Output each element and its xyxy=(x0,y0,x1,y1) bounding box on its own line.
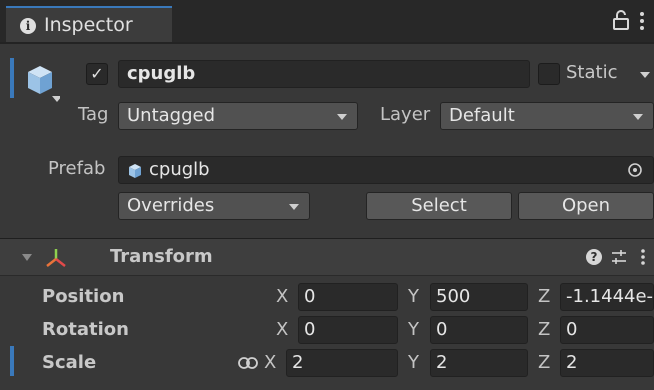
rotation-y-label[interactable]: Y xyxy=(408,319,419,340)
scale-z-input[interactable]: 2 xyxy=(560,349,654,377)
scale-x-label[interactable]: X xyxy=(264,352,276,373)
rotation-x-label[interactable]: X xyxy=(276,319,288,340)
scale-z-label[interactable]: Z xyxy=(538,352,550,373)
chevron-down-icon xyxy=(337,114,347,120)
lock-icon[interactable] xyxy=(612,10,630,30)
help-icon[interactable]: ? xyxy=(586,249,602,265)
prefab-asset-field[interactable]: cpuglb xyxy=(118,156,654,184)
transform-header[interactable]: Transform ? xyxy=(0,238,654,276)
position-y-label[interactable]: Y xyxy=(408,286,419,307)
presets-icon[interactable] xyxy=(610,249,628,265)
scale-label: Scale xyxy=(42,352,97,373)
selection-accent xyxy=(10,58,14,98)
tab-label: Inspector xyxy=(44,14,133,36)
rotation-label: Rotation xyxy=(42,319,129,340)
tag-value: Untagged xyxy=(127,105,216,126)
scale-accent xyxy=(10,346,14,376)
scale-y-input[interactable]: 2 xyxy=(430,349,528,377)
rotation-x-input[interactable]: 0 xyxy=(298,316,398,344)
position-x-label[interactable]: X xyxy=(276,286,288,307)
kebab-menu-icon[interactable] xyxy=(638,247,648,267)
object-name-input[interactable]: cpuglb xyxy=(118,60,530,88)
cube-icon[interactable] xyxy=(20,62,60,102)
static-label: Static xyxy=(566,62,618,83)
foldout-arrow-icon[interactable] xyxy=(22,254,32,261)
select-button[interactable]: Select xyxy=(366,192,512,220)
tab-inspector[interactable]: i Inspector xyxy=(6,6,172,42)
chevron-down-icon xyxy=(289,204,299,210)
scale-y-label[interactable]: Y xyxy=(408,352,419,373)
tag-dropdown[interactable]: Untagged xyxy=(118,102,358,130)
rotation-z-input[interactable]: 0 xyxy=(560,316,654,344)
link-icon[interactable] xyxy=(238,356,258,370)
layer-label: Layer xyxy=(380,104,431,125)
position-z-label[interactable]: Z xyxy=(538,286,550,307)
transform-title: Transform xyxy=(110,246,213,267)
chevron-down-icon xyxy=(633,114,643,120)
overrides-dropdown[interactable]: Overrides xyxy=(118,192,310,220)
inspector-panel: i Inspector ✓ cpuglb Static Tag Untagged… xyxy=(0,0,654,390)
layer-value: Default xyxy=(449,105,515,126)
position-y-input[interactable]: 500 xyxy=(430,283,528,311)
chevron-down-icon[interactable] xyxy=(640,72,650,78)
position-label: Position xyxy=(42,286,125,307)
tag-label: Tag xyxy=(78,104,109,125)
static-checkbox[interactable] xyxy=(538,63,560,85)
info-icon: i xyxy=(20,18,36,34)
position-z-input[interactable]: -1.1444e- xyxy=(560,283,654,311)
layer-dropdown[interactable]: Default xyxy=(440,102,654,130)
active-checkbox[interactable]: ✓ xyxy=(86,63,108,85)
transform-axes-icon xyxy=(46,249,66,267)
rotation-z-label[interactable]: Z xyxy=(538,319,550,340)
open-button[interactable]: Open xyxy=(518,192,654,220)
scale-x-input[interactable]: 2 xyxy=(286,349,398,377)
prefab-asset-name: cpuglb xyxy=(149,159,210,180)
position-x-input[interactable]: 0 xyxy=(298,283,398,311)
object-picker-icon[interactable] xyxy=(627,162,643,178)
prefab-cube-icon xyxy=(129,164,141,178)
prefab-label: Prefab xyxy=(48,158,106,179)
window-tab-bar: i Inspector xyxy=(0,0,654,42)
tab-divider xyxy=(0,42,654,44)
rotation-y-input[interactable]: 0 xyxy=(430,316,528,344)
kebab-menu-icon[interactable] xyxy=(636,10,648,32)
overrides-label: Overrides xyxy=(127,195,215,216)
